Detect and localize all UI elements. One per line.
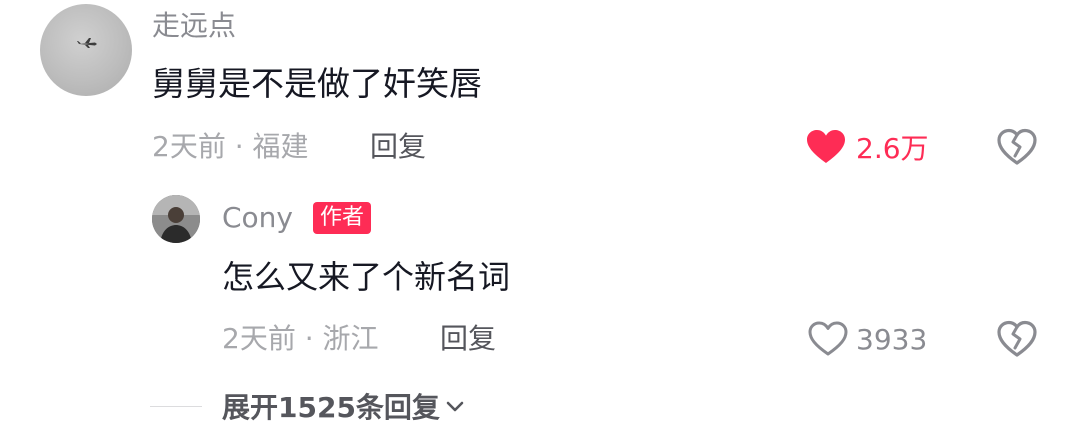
expand-replies-label: 展开1525条回复 bbox=[222, 391, 440, 424]
commenter-username[interactable]: 走远点 bbox=[152, 6, 236, 46]
comment-meta: 2天前 · 福建 bbox=[152, 130, 309, 163]
airplane-icon bbox=[77, 38, 97, 48]
broken-heart-icon bbox=[997, 128, 1037, 165]
author-username[interactable]: Cony bbox=[222, 198, 293, 238]
broken-heart-icon bbox=[997, 320, 1037, 357]
reply-to-reply-button[interactable]: 回复 bbox=[440, 319, 496, 359]
like-count: 2.6万 bbox=[856, 132, 929, 165]
heart-filled-icon bbox=[807, 130, 845, 163]
reply-like-count: 3933 bbox=[856, 322, 928, 356]
author-avatar[interactable] bbox=[152, 195, 200, 243]
reply-meta: 2天前 · 浙江 bbox=[222, 322, 379, 355]
expand-divider bbox=[150, 406, 202, 407]
dislike-button[interactable] bbox=[996, 126, 1038, 168]
reply-button[interactable]: 回复 bbox=[370, 127, 426, 167]
heart-outline-icon bbox=[808, 321, 848, 356]
author-badge: 作者 bbox=[313, 202, 372, 234]
commenter-avatar[interactable] bbox=[40, 4, 132, 96]
reply-text: 怎么又来了个新名词 bbox=[222, 258, 511, 296]
chevron-down-icon bbox=[446, 401, 464, 412]
like-button[interactable]: 2.6万 bbox=[806, 125, 929, 169]
reply-like-button[interactable]: 3933 bbox=[808, 317, 927, 361]
expand-replies-button[interactable]: 展开1525条回复 bbox=[222, 386, 466, 426]
comment-text: 舅舅是不是做了奸笑唇 bbox=[152, 64, 482, 103]
reply-dislike-button[interactable] bbox=[996, 318, 1038, 360]
person-photo-icon bbox=[152, 195, 200, 243]
